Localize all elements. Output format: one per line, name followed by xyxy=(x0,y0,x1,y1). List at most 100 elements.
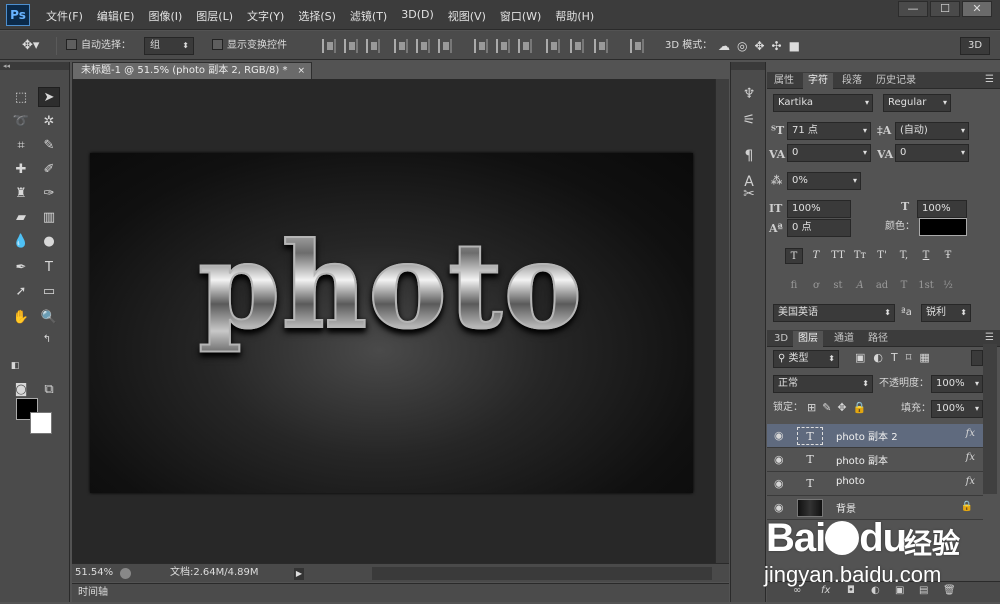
tracking-input[interactable]: 0 ▾ xyxy=(895,144,969,162)
visibility-eye-icon[interactable]: ◉ xyxy=(774,501,784,514)
visibility-eye-icon[interactable]: ◉ xyxy=(774,453,784,466)
magic-wand-tool-icon[interactable]: ✲ xyxy=(38,112,60,132)
adjustments-icon[interactable]: ⚟ xyxy=(739,110,759,130)
menu-file[interactable]: 文件(F) xyxy=(46,8,90,24)
all-caps-button[interactable]: TT xyxy=(829,248,847,264)
status-menu-arrow-icon[interactable]: ▶ xyxy=(294,568,304,580)
strikethrough-button[interactable]: Ŧ xyxy=(939,248,957,264)
marquee-tool-icon[interactable]: ⬚ xyxy=(10,88,32,108)
titling-alternates-button[interactable]: T xyxy=(895,278,913,294)
kerning-input[interactable]: 0 ▾ xyxy=(787,144,871,162)
subscript-button[interactable]: T, xyxy=(895,248,913,264)
minimize-button[interactable]: — xyxy=(898,1,928,17)
tab-3d[interactable]: 3D xyxy=(769,331,793,347)
underline-button[interactable]: T xyxy=(917,248,935,264)
tab-history[interactable]: 历史记录 xyxy=(871,73,921,89)
lasso-tool-icon[interactable]: ➰ xyxy=(10,112,32,132)
layer-effects-icon[interactable]: fx xyxy=(966,452,975,463)
faux-bold-button[interactable]: T xyxy=(785,248,803,264)
horizontal-scrollbar[interactable] xyxy=(372,567,712,580)
dock-collapse-bar[interactable] xyxy=(731,62,765,70)
layer-row-photo[interactable]: ◉ T photo fx xyxy=(767,472,983,496)
auto-select-checkbox[interactable]: 自动选择： xyxy=(66,38,131,54)
auto-select-dropdown[interactable]: 组 ⬍ xyxy=(144,37,194,55)
font-style-select[interactable]: Regular ▾ xyxy=(883,94,951,112)
vertical-scrollbar[interactable] xyxy=(715,79,729,563)
panel-menu-icon[interactable]: ☰ xyxy=(985,332,994,343)
gradient-tool-icon[interactable]: ▥ xyxy=(38,208,60,228)
align-right-icon[interactable] xyxy=(438,39,452,53)
opacity-input[interactable]: 100% ▾ xyxy=(931,375,983,393)
fill-input[interactable]: 100% ▾ xyxy=(931,400,983,418)
lock-icons[interactable]: ⊞✎✥🔒 xyxy=(807,400,872,416)
font-family-select[interactable]: Kartika ▾ xyxy=(773,94,873,112)
default-colors-icon[interactable]: ◧ xyxy=(4,356,26,376)
superscript-button[interactable]: T' xyxy=(873,248,891,264)
align-top-icon[interactable] xyxy=(322,39,336,53)
move-tool-preset-icon[interactable]: ✥▾ xyxy=(22,38,39,54)
menu-help[interactable]: 帮助(H) xyxy=(555,8,601,24)
horizontal-scale-input[interactable]: 100% xyxy=(917,200,967,218)
blur-tool-icon[interactable]: 💧 xyxy=(10,232,32,252)
close-icon[interactable]: × xyxy=(297,63,305,79)
move-tool-icon[interactable]: ➤ xyxy=(38,87,60,107)
menu-type[interactable]: 文字(Y) xyxy=(247,8,291,24)
swap-colors-icon[interactable]: ↰ xyxy=(36,330,58,350)
timeline-panel-tab[interactable]: 时间轴 xyxy=(72,583,729,602)
tab-paths[interactable]: 路径 xyxy=(863,331,893,347)
layer-row-photo-copy-2[interactable]: ◉ T photo 副本 2 fx xyxy=(767,424,983,448)
tool-presets-icon[interactable]: ♆ xyxy=(739,84,759,104)
visibility-eye-icon[interactable]: ◉ xyxy=(774,429,784,442)
maximize-button[interactable]: ☐ xyxy=(930,1,960,17)
align-vcenter-icon[interactable] xyxy=(344,39,358,53)
show-transform-checkbox[interactable]: 显示变换控件 xyxy=(212,38,287,54)
swash-button[interactable]: A xyxy=(851,278,869,294)
menu-3d[interactable]: 3D(D) xyxy=(401,8,441,24)
type-tool-icon[interactable]: T xyxy=(38,258,60,278)
language-select[interactable]: 美国英语 ⬍ xyxy=(773,304,895,322)
pen-tool-icon[interactable]: ✒ xyxy=(10,258,32,278)
eraser-tool-icon[interactable]: ▰ xyxy=(10,208,32,228)
brush-tool-icon[interactable]: ✐ xyxy=(38,160,60,180)
menu-image[interactable]: 图像(I) xyxy=(148,8,189,24)
menu-layer[interactable]: 图层(L) xyxy=(196,8,240,24)
tsume-input[interactable]: 0% ▾ xyxy=(787,172,861,190)
auto-align-icon[interactable] xyxy=(630,39,644,53)
new-group-icon[interactable]: ▣ xyxy=(895,585,904,596)
faux-italic-button[interactable]: T xyxy=(807,248,825,264)
align-bottom-icon[interactable] xyxy=(366,39,380,53)
layer-filter-select[interactable]: ⚲ 类型 ⬍ xyxy=(773,350,839,368)
crop-tool-icon[interactable]: ⌗ xyxy=(10,136,32,156)
distribute-top-icon[interactable] xyxy=(474,39,488,53)
close-window-button[interactable]: ✕ xyxy=(962,1,992,17)
dodge-tool-icon[interactable]: ● xyxy=(38,232,60,252)
add-style-icon[interactable]: fx xyxy=(821,585,830,596)
3d-mode-icons[interactable]: ☁◎✥✣■ xyxy=(718,38,807,54)
menu-edit[interactable]: 编辑(E) xyxy=(97,8,142,24)
path-selection-tool-icon[interactable]: ➚ xyxy=(10,282,32,302)
visibility-eye-icon[interactable]: ◉ xyxy=(774,477,784,490)
font-size-input[interactable]: 71 点 ▾ xyxy=(787,122,871,140)
align-left-icon[interactable] xyxy=(394,39,408,53)
menu-filter[interactable]: 滤镜(T) xyxy=(350,8,394,24)
ordinals-button[interactable]: 1st xyxy=(917,278,935,294)
status-info-icon[interactable] xyxy=(120,568,131,579)
new-layer-icon[interactable]: ▤ xyxy=(919,585,928,596)
clone-stamp-tool-icon[interactable]: ♜ xyxy=(10,184,32,204)
rectangle-tool-icon[interactable]: ▭ xyxy=(38,282,60,302)
canvas[interactable]: photo xyxy=(90,153,693,493)
old-style-button[interactable]: ơ xyxy=(807,278,825,294)
menu-view[interactable]: 视图(V) xyxy=(448,8,493,24)
adjustment-layer-icon[interactable]: ◐ xyxy=(871,585,880,596)
leading-input[interactable]: (自动) ▾ xyxy=(895,122,969,140)
tools-options-icon[interactable]: ✂ xyxy=(739,184,759,204)
distribute-left-icon[interactable] xyxy=(546,39,560,53)
add-mask-icon[interactable]: ◘ xyxy=(847,585,855,596)
distribute-vcenter-icon[interactable] xyxy=(496,39,510,53)
filter-toggle[interactable] xyxy=(971,350,983,366)
healing-brush-tool-icon[interactable]: ✚ xyxy=(10,160,32,180)
layer-filter-icons[interactable]: ▣◐T⌑▦ xyxy=(855,350,938,366)
stylistic-alternates-button[interactable]: ad xyxy=(873,278,891,294)
baseline-shift-input[interactable]: 0 点 xyxy=(787,219,851,237)
document-tab[interactable]: 未标题-1 @ 51.5% (photo 副本 2, RGB/8) * × xyxy=(72,62,312,79)
